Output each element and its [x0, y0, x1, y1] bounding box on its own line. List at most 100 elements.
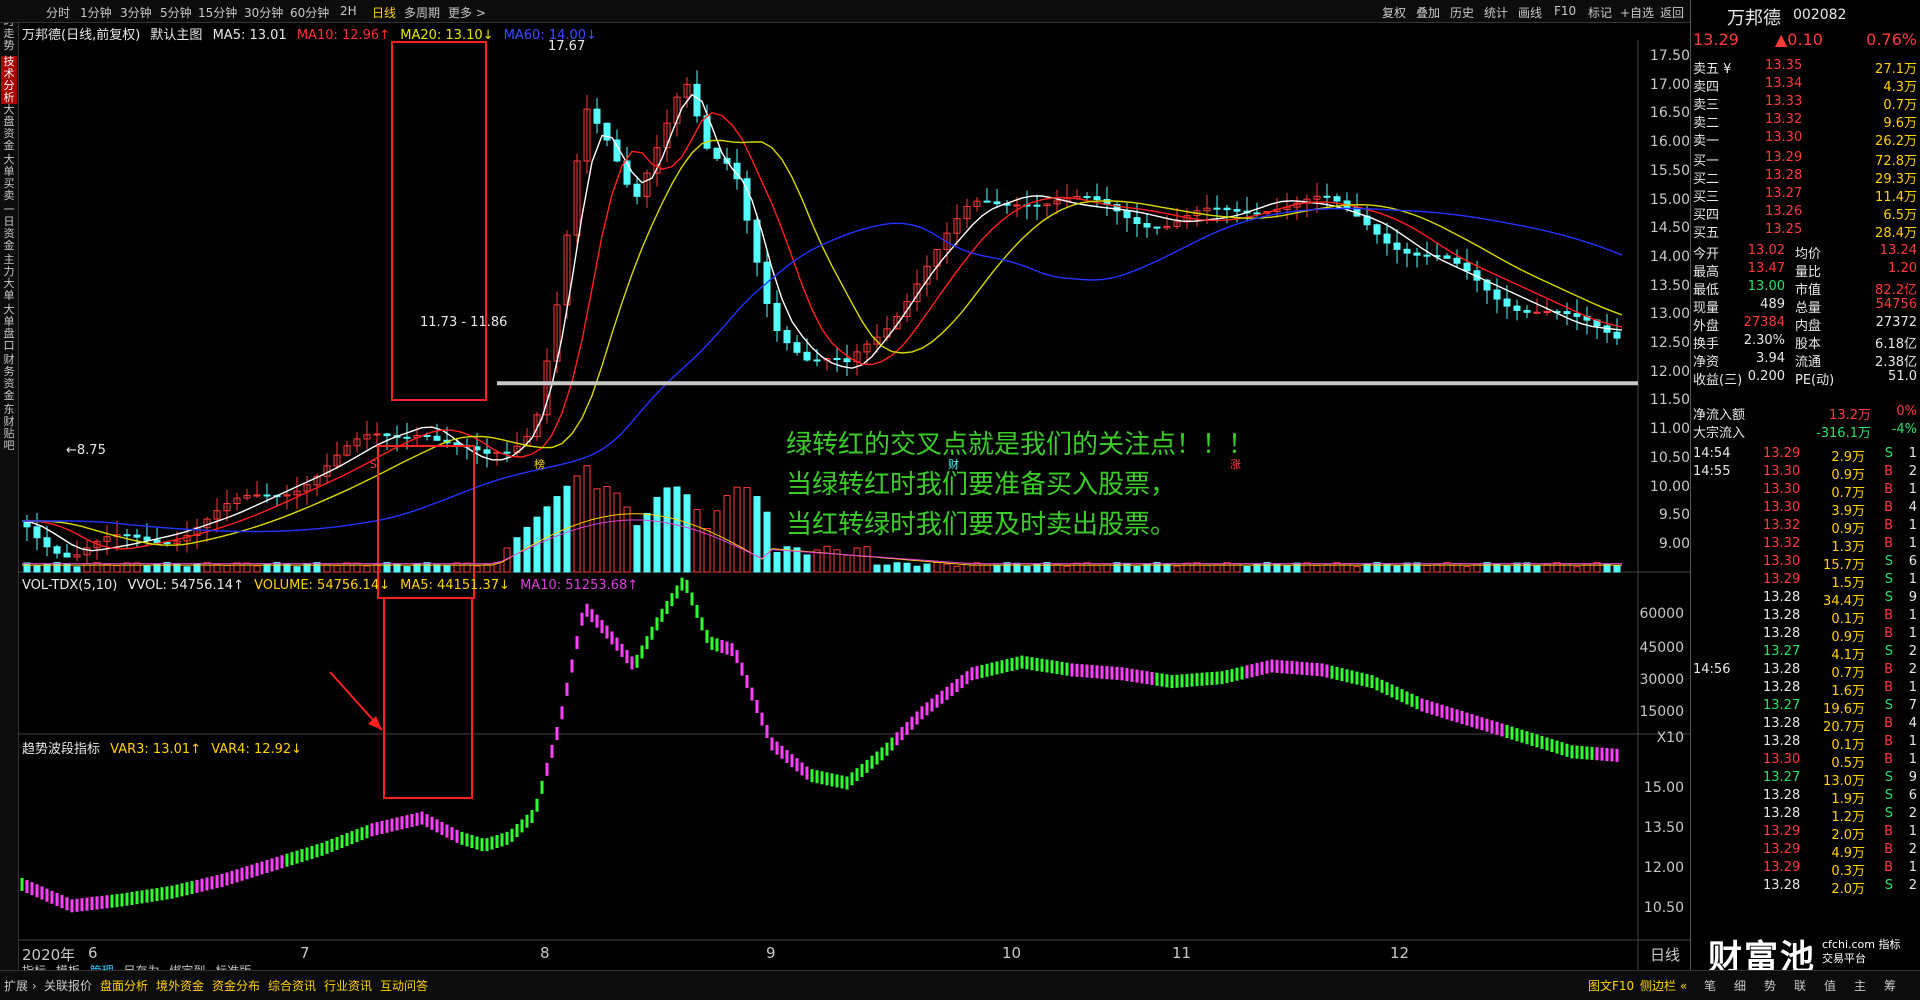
price-axis-label: 10.50: [1649, 449, 1690, 466]
quote-cell: 买三: [1693, 190, 1720, 205]
candle-body: [1523, 309, 1531, 313]
side-tab-zhi[interactable]: 值: [1824, 977, 1836, 994]
quote-cell: 2.0万: [1831, 882, 1865, 897]
period-60min[interactable]: 60分钟: [290, 4, 329, 21]
left-sidebar: 分时走势 技术分析 大盘资金 大单买卖 一日资金 主力大单 大单盘口 财务资金 …: [0, 0, 19, 970]
quote-cell: 今开: [1693, 247, 1720, 262]
tool-draw[interactable]: 画线: [1518, 4, 1542, 21]
quote-cell: 均价: [1795, 247, 1822, 262]
left-tab-tech[interactable]: 技术分析: [1, 56, 17, 104]
quote-cell: 2: [1908, 464, 1917, 479]
volume-bar: [593, 488, 601, 573]
quote-cell: 2.30%: [1743, 333, 1785, 348]
quote-cell: 1.6万: [1831, 684, 1865, 699]
bottom-tab-analysis[interactable]: 盘面分析: [100, 977, 148, 994]
vol-indicator-name[interactable]: VOL-TDX(5,10): [22, 578, 117, 593]
side-tab-lian[interactable]: 联: [1794, 977, 1806, 994]
volume-bar: [1323, 564, 1331, 573]
bottom-tab-funds[interactable]: 资金分布: [212, 977, 260, 994]
volume-bar: [873, 564, 881, 573]
quote-row: 换手 2.30% 股本 6.18亿: [1691, 333, 1920, 352]
period-30min[interactable]: 30分钟: [244, 4, 283, 21]
bottom-tab-news[interactable]: 综合资讯: [268, 977, 316, 994]
tool-fuquan[interactable]: 复权: [1382, 4, 1406, 21]
period-3min[interactable]: 3分钟: [120, 4, 152, 21]
quote-row: 买四 13.26 6.5万: [1691, 204, 1920, 223]
period-2h[interactable]: 2H: [340, 4, 357, 18]
volume-bar: [343, 562, 351, 573]
period-5min[interactable]: 5分钟: [160, 4, 192, 21]
volume-bar: [603, 486, 611, 573]
bottom-f10[interactable]: 图文F10: [1588, 977, 1634, 994]
quote-cell: 13.28: [1763, 626, 1801, 641]
tool-mark[interactable]: 标记: [1588, 4, 1612, 21]
quote-cell: 2.9万: [1831, 450, 1865, 465]
quote-cell: 4.1万: [1831, 648, 1865, 663]
axis-mode-label[interactable]: 日线: [1650, 944, 1680, 965]
period-daily[interactable]: 日线: [372, 4, 396, 21]
tool-history[interactable]: 历史: [1450, 4, 1474, 21]
side-tab-xi[interactable]: 细: [1734, 977, 1746, 994]
quote-cell: 1: [1908, 446, 1917, 461]
side-tab-shi[interactable]: 势: [1764, 977, 1776, 994]
candle-body: [1123, 210, 1131, 219]
candle-body: [1213, 207, 1221, 210]
quote-cell: 13.30: [1765, 130, 1803, 145]
volume-bar: [213, 564, 221, 573]
volume-bar: [693, 509, 701, 573]
bottom-tab-industry[interactable]: 行业资讯: [324, 977, 372, 994]
quote-cell: 13.47: [1747, 261, 1785, 276]
bottom-tab-expand[interactable]: 扩展 ›: [4, 977, 37, 994]
quote-cell: 13.29: [1763, 842, 1801, 857]
period-more[interactable]: 更多 >: [448, 4, 486, 21]
quote-row: 卖五 ¥ 13.35 27.1万: [1691, 58, 1920, 77]
side-tab-bi[interactable]: 笔: [1704, 977, 1716, 994]
quote-cell: 27.1万: [1875, 62, 1917, 77]
tool-add-watch[interactable]: +自选: [1620, 4, 1654, 21]
candle-body: [1133, 217, 1141, 225]
quote-cell: 13.24: [1879, 243, 1917, 258]
left-tab-large-orders[interactable]: 大单买卖: [1, 154, 17, 202]
side-tab-chou[interactable]: 筹: [1884, 977, 1896, 994]
quote-row: 13.29 2.0万 B 1: [1691, 824, 1920, 843]
period-15min[interactable]: 15分钟: [198, 4, 237, 21]
volume-bar: [453, 562, 461, 573]
candle-body: [423, 434, 431, 437]
period-1min[interactable]: 1分钟: [80, 4, 112, 21]
quote-cell: S: [1884, 770, 1893, 785]
price-axis-label: 16.00: [1649, 134, 1690, 151]
candle-body: [1613, 331, 1621, 339]
quote-row: 卖一 13.30 26.2万: [1691, 130, 1920, 149]
quote-cell: 6.5万: [1883, 208, 1917, 223]
tool-back[interactable]: 返回: [1660, 4, 1684, 21]
quote-cell: B: [1884, 482, 1893, 497]
candle-body: [1143, 223, 1151, 228]
quote-cell: 换手: [1693, 337, 1720, 352]
bottom-tab-foreign[interactable]: 境外资金: [156, 977, 204, 994]
tool-f10[interactable]: F10: [1554, 4, 1576, 18]
candle-body: [1413, 252, 1421, 256]
left-tab-forum[interactable]: 东财贴吧: [1, 404, 17, 452]
left-tab-main-force[interactable]: 主力大单: [1, 254, 17, 302]
period-fenshi[interactable]: 分时: [46, 4, 70, 21]
side-tab-zhu[interactable]: 主: [1854, 977, 1866, 994]
quote-cell: 0.9万: [1831, 522, 1865, 537]
quote-cell: 13.28: [1765, 168, 1803, 183]
bottom-sidebar[interactable]: 侧边栏 «: [1640, 977, 1687, 994]
tool-stats[interactable]: 统计: [1484, 4, 1508, 21]
volume-bar: [253, 565, 261, 573]
period-multi[interactable]: 多周期: [404, 4, 440, 21]
indicator-name[interactable]: 趋势波段指标: [22, 742, 100, 757]
left-tab-order-book[interactable]: 大单盘口: [1, 304, 17, 352]
quote-cell: 72.8万: [1875, 154, 1917, 169]
candle-body: [1083, 196, 1091, 199]
tool-overlay[interactable]: 叠加: [1416, 4, 1440, 21]
candle-body: [1443, 255, 1451, 259]
left-tab-market-funds[interactable]: 大盘资金: [1, 104, 17, 152]
left-tab-daily-funds[interactable]: 一日资金: [1, 204, 17, 252]
quote-row: 现量 489 总量 54756: [1691, 297, 1920, 316]
left-tab-finance[interactable]: 财务资金: [1, 354, 17, 402]
bottom-tab-related[interactable]: 关联报价: [44, 977, 92, 994]
bottom-tab-qa[interactable]: 互动问答: [380, 977, 428, 994]
quote-cell: 13.30: [1763, 752, 1801, 767]
